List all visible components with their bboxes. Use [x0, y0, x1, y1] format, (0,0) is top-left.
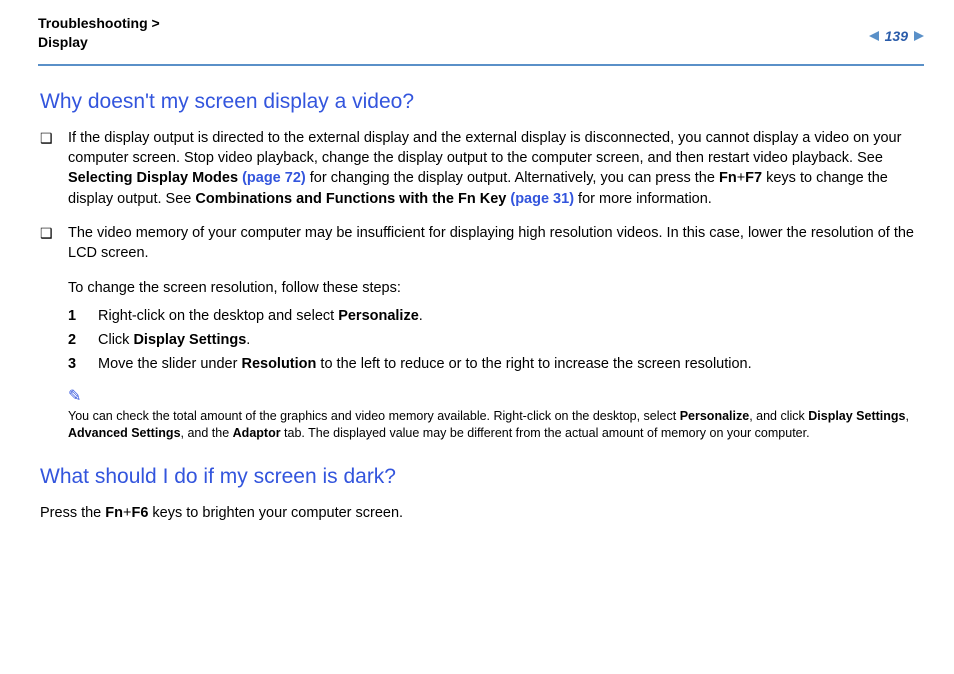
pencil-icon: ✎	[68, 386, 924, 406]
step-3: 3 Move the slider under Resolution to th…	[68, 356, 924, 372]
text: to the left to reduce or to the right to…	[316, 356, 751, 372]
ui-label: Adaptor	[233, 426, 281, 440]
text: Right-click on the desktop and select	[98, 308, 338, 324]
page-content: Why doesn't my screen display a video? ❑…	[38, 66, 924, 523]
text: If the display output is directed to the…	[68, 130, 901, 166]
link-label: Selecting Display Modes	[68, 170, 242, 186]
breadcrumb-line1: Troubleshooting >	[38, 14, 160, 33]
step-text: Move the slider under Resolution to the …	[98, 356, 752, 372]
text: tab. The displayed value may be differen…	[281, 426, 810, 440]
bullet-icon: ❑	[40, 128, 68, 209]
key-fn: Fn	[719, 170, 737, 186]
text: .	[419, 308, 423, 324]
step-text: Right-click on the desktop and select Pe…	[98, 308, 423, 324]
next-page-icon[interactable]	[914, 31, 924, 41]
text: +	[737, 170, 745, 186]
text: , and click	[749, 409, 808, 423]
ui-label: Display Settings	[133, 332, 246, 348]
bullet-body: If the display output is directed to the…	[68, 128, 924, 209]
note-text: You can check the total amount of the gr…	[68, 408, 924, 443]
step-2: 2 Click Display Settings.	[68, 332, 924, 348]
previous-page-icon[interactable]	[869, 31, 879, 41]
ui-label: Display Settings	[808, 409, 905, 423]
step-number: 3	[68, 356, 98, 372]
text: .	[246, 332, 250, 348]
question-1-title: Why doesn't my screen display a video?	[40, 90, 924, 114]
step-text: Click Display Settings.	[98, 332, 250, 348]
link-label: Combinations and Functions with the Fn K…	[195, 191, 510, 207]
text: keys to brighten your computer screen.	[148, 505, 403, 521]
text: Move the slider under	[98, 356, 241, 372]
key-f6: F6	[131, 505, 148, 521]
step-number: 1	[68, 308, 98, 324]
bullet-body: The video memory of your computer may be…	[68, 223, 924, 264]
steps-intro: To change the screen resolution, follow …	[68, 278, 924, 298]
text: ,	[906, 409, 909, 423]
text: Press the	[40, 505, 105, 521]
text: for more information.	[574, 191, 712, 207]
bullet-item: ❑ The video memory of your computer may …	[40, 223, 924, 264]
key-fn: Fn	[105, 505, 123, 521]
step-1: 1 Right-click on the desktop and select …	[68, 308, 924, 324]
page-number: 139	[883, 28, 910, 44]
steps-list: 1 Right-click on the desktop and select …	[68, 308, 924, 372]
ui-label: Advanced Settings	[68, 426, 181, 440]
breadcrumb-line2: Display	[38, 33, 160, 52]
pager: 139	[869, 14, 924, 44]
answer-text: Press the Fn+F6 keys to brighten your co…	[40, 503, 924, 523]
ui-label: Personalize	[680, 409, 749, 423]
page-link-72[interactable]: (page 72)	[242, 170, 306, 186]
ui-label: Resolution	[241, 356, 316, 372]
text: Click	[98, 332, 133, 348]
text: , and the	[181, 426, 233, 440]
ui-label: Personalize	[338, 308, 419, 324]
page-link-31[interactable]: (page 31)	[510, 191, 574, 207]
question-2-title: What should I do if my screen is dark?	[40, 465, 924, 489]
note-block: ✎ You can check the total amount of the …	[68, 386, 924, 443]
step-number: 2	[68, 332, 98, 348]
breadcrumb: Troubleshooting > Display	[38, 14, 160, 52]
text: You can check the total amount of the gr…	[68, 409, 680, 423]
bullet-item: ❑ If the display output is directed to t…	[40, 128, 924, 209]
bullet-icon: ❑	[40, 223, 68, 264]
key-f7: F7	[745, 170, 762, 186]
text: for changing the display output. Alterna…	[306, 170, 719, 186]
